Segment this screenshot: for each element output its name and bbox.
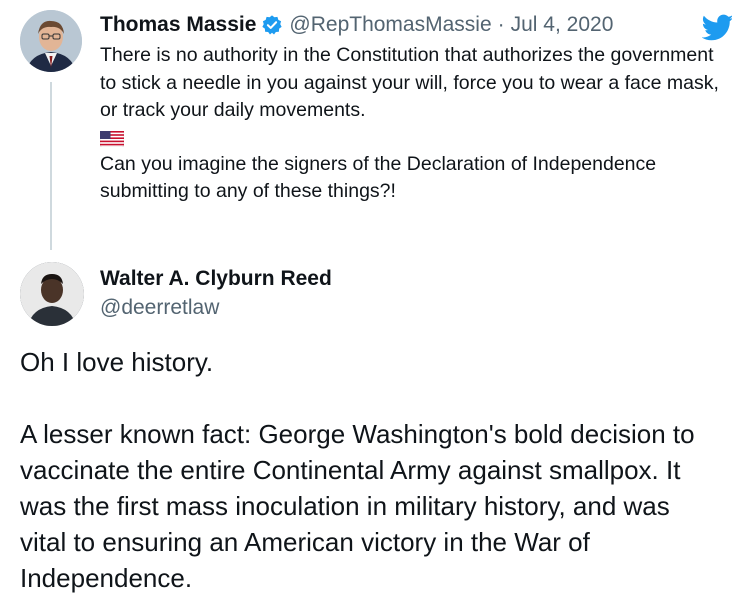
reply-author-name[interactable]: Walter A. Clyburn Reed [100, 266, 332, 292]
reply-text-2: A lesser known fact: George Washington's… [20, 419, 695, 593]
quoted-tweet-header: Thomas Massie @RepThomasMassie · Jul 4, … [100, 12, 613, 38]
walter-reed-avatar[interactable] [20, 262, 84, 326]
quoted-tweet-body: There is no authority in the Constitutio… [100, 42, 720, 206]
quoted-tweet-text-2: Can you imagine the signers of the Decla… [100, 152, 657, 203]
quoted-tweet-date[interactable]: Jul 4, 2020 [511, 12, 614, 38]
twitter-bird-icon[interactable] [702, 14, 732, 42]
reply-text-1: Oh I love history. [20, 347, 214, 377]
reply-tweet-body: Oh I love history. A lesser known fact: … [20, 344, 720, 596]
reply-author-handle[interactable]: @deerretlaw [100, 295, 219, 321]
thread-connector-line [50, 82, 52, 250]
thomas-massie-avatar[interactable] [20, 10, 82, 72]
quoted-author-name[interactable]: Thomas Massie [100, 12, 256, 38]
us-flag-icon [100, 130, 124, 147]
quoted-tweet-text-1: There is no authority in the Constitutio… [100, 44, 719, 121]
reply-header: Walter A. Clyburn Reed @deerretlaw [20, 262, 720, 334]
separator-dot: · [497, 13, 505, 36]
avatar-image [20, 10, 82, 72]
quoted-tweet[interactable]: Thomas Massie @RepThomasMassie · Jul 4, … [20, 10, 732, 250]
avatar-image [20, 262, 84, 326]
verified-badge-icon [262, 15, 283, 35]
quoted-author-handle[interactable]: @RepThomasMassie [289, 12, 491, 38]
